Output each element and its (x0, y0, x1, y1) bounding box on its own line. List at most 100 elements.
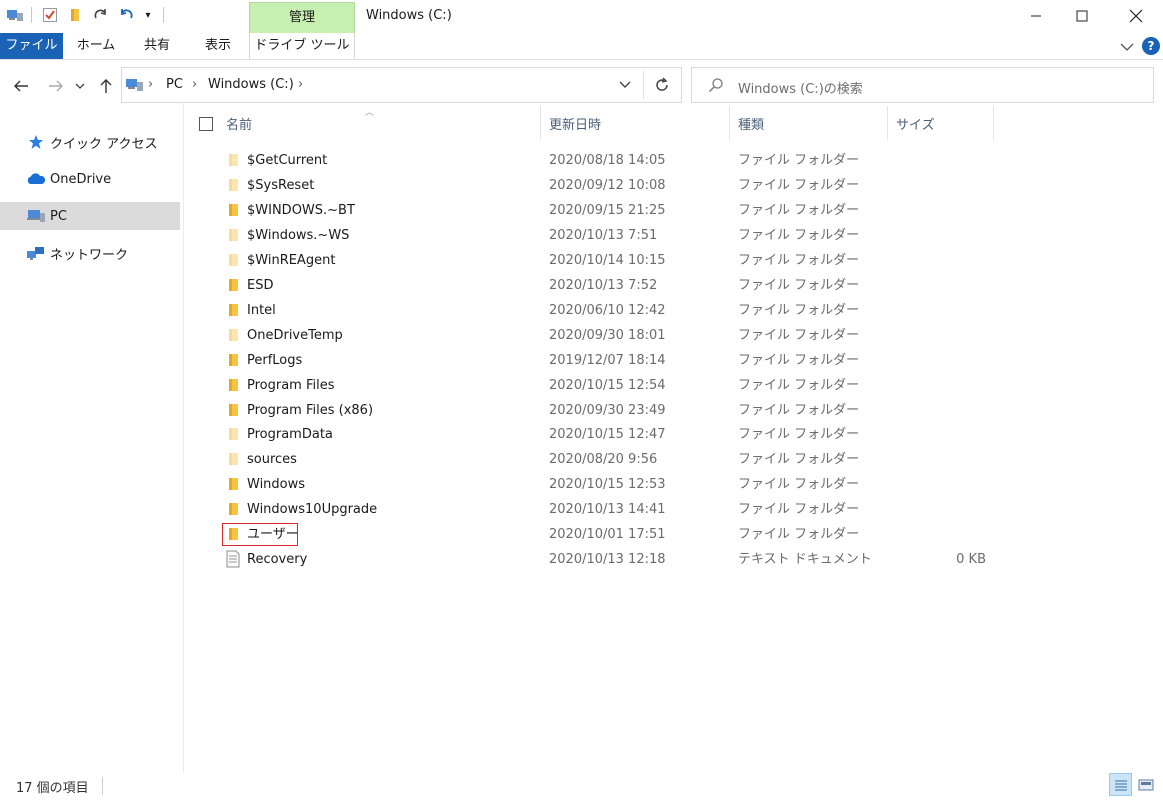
file-name: PerfLogs (247, 352, 303, 368)
column-header-date[interactable]: 更新日時 (549, 115, 601, 137)
file-type: ファイル フォルダー (738, 202, 860, 218)
breadcrumb-pc[interactable]: PC (166, 77, 183, 92)
file-row[interactable]: ユーザー 2020/10/01 17:51 ファイル フォルダー (222, 522, 1012, 547)
tab-file[interactable]: ファイル (0, 33, 63, 59)
file-type: ファイル フォルダー (738, 527, 860, 543)
file-date: 2020/08/20 9:56 (549, 452, 658, 468)
close-button[interactable] (1113, 0, 1159, 32)
recent-locations-dropdown-icon[interactable] (72, 75, 88, 97)
file-type: ファイル フォルダー (738, 427, 860, 443)
help-icon[interactable]: ? (1142, 37, 1160, 55)
file-type: ファイル フォルダー (738, 227, 860, 243)
file-date: 2020/10/14 10:15 (549, 252, 666, 268)
folder-icon (225, 353, 241, 367)
file-row[interactable]: Windows10Upgrade 2020/10/13 14:41 ファイル フォル… (222, 497, 1012, 522)
customize-dropdown-icon[interactable]: ▾ (139, 6, 157, 24)
column-divider[interactable] (729, 106, 730, 140)
tab-share[interactable]: 共有 (135, 33, 179, 59)
address-dropdown-icon[interactable] (619, 79, 631, 94)
large-icons-view-icon[interactable] (1135, 775, 1157, 795)
file-type: ファイル フォルダー (738, 502, 860, 518)
new-folder-icon[interactable] (66, 6, 84, 24)
status-item-count: 17 個の項目 (16, 781, 89, 796)
sidebar-item-onedrive[interactable]: OneDrive (0, 165, 180, 193)
highlight-box (222, 523, 298, 546)
folder-icon (225, 203, 241, 217)
file-date: 2020/10/15 12:47 (549, 427, 666, 443)
expand-ribbon-icon[interactable] (1118, 38, 1136, 56)
file-row[interactable]: PerfLogs 2019/12/07 18:14 ファイル フォルダー (222, 348, 1012, 373)
file-row[interactable]: OneDriveTemp 2020/09/30 18:01 ファイル フォルダー (222, 323, 1012, 348)
breadcrumb-windows-c[interactable]: Windows (C:) (208, 77, 294, 92)
redo-icon[interactable] (92, 6, 110, 24)
address-bar[interactable]: › PC › Windows (C:) › (121, 67, 682, 103)
file-name: Windows (247, 477, 306, 493)
back-arrow-icon[interactable] (10, 75, 32, 97)
select-all-checkbox[interactable] (199, 117, 213, 131)
refresh-icon[interactable] (654, 77, 670, 97)
tab-home[interactable]: ホーム (72, 33, 120, 59)
file-type: ファイル フォルダー (738, 402, 860, 418)
minimize-button[interactable] (1013, 0, 1059, 32)
pc-drive-icon[interactable] (6, 6, 24, 24)
file-date: 2020/10/15 12:53 (549, 477, 666, 493)
file-row[interactable]: Recovery 2020/10/13 12:18 テキスト ドキュメント 0 KB (222, 547, 1012, 572)
maximize-button[interactable] (1059, 0, 1105, 32)
toolbar-divider (31, 7, 32, 23)
sidebar-item-pc[interactable]: PC (0, 202, 180, 230)
file-row[interactable]: $SysReset 2020/09/12 10:08 ファイル フォルダー (222, 173, 1012, 198)
breadcrumb-chevron-icon: › (192, 77, 198, 92)
forward-arrow-icon[interactable] (45, 75, 67, 97)
tab-manage[interactable]: 管理 (249, 2, 355, 33)
network-icon (26, 245, 46, 261)
folder-icon (225, 477, 241, 491)
file-type: ファイル フォルダー (738, 377, 860, 393)
folder-icon (225, 278, 241, 292)
file-row[interactable]: ProgramData 2020/10/15 12:47 ファイル フォルダー (222, 422, 1012, 447)
column-header-size[interactable]: サイズ (896, 115, 935, 137)
breadcrumb-chevron-icon: › (148, 77, 154, 92)
file-date: 2020/06/10 12:42 (549, 302, 666, 318)
file-name: $SysReset (247, 177, 315, 193)
file-type: テキスト ドキュメント (738, 552, 872, 568)
file-name: Intel (247, 302, 276, 318)
file-row[interactable]: Program Files 2020/10/15 12:54 ファイル フォルダー (222, 373, 1012, 398)
file-row[interactable]: Intel 2020/06/10 12:42 ファイル フォルダー (222, 298, 1012, 323)
file-row[interactable]: $WinREAgent 2020/10/14 10:15 ファイル フォルダー (222, 248, 1012, 273)
sidebar-item-quick-access[interactable]: クイック アクセス (0, 128, 180, 156)
undo-icon[interactable] (117, 6, 135, 24)
file-type: ファイル フォルダー (738, 452, 860, 468)
file-type: ファイル フォルダー (738, 252, 860, 268)
file-row[interactable]: Windows 2020/10/15 12:53 ファイル フォルダー (222, 472, 1012, 497)
file-row[interactable]: $GetCurrent 2020/08/18 14:05 ファイル フォルダー (222, 148, 1012, 173)
file-date: 2020/09/12 10:08 (549, 177, 666, 193)
status-divider (102, 777, 103, 795)
folder-icon (225, 303, 241, 317)
up-arrow-icon[interactable] (95, 75, 117, 97)
pc-icon (26, 208, 46, 224)
file-row[interactable]: sources 2020/08/20 9:56 ファイル フォルダー (222, 447, 1012, 472)
breadcrumb-chevron-icon: › (298, 77, 304, 92)
properties-check-icon[interactable] (41, 6, 59, 24)
column-header-name[interactable]: 名前 (226, 115, 252, 137)
ribbon-tab-bar: ファイル ホーム 共有 表示 ドライブ ツール ? (0, 33, 1163, 60)
file-row[interactable]: ESD 2020/10/13 7:52 ファイル フォルダー (222, 273, 1012, 298)
file-row[interactable]: Program Files (x86) 2020/09/30 23:49 ファイル … (222, 398, 1012, 423)
details-view-icon[interactable] (1109, 773, 1132, 796)
folder-icon (225, 378, 241, 392)
file-row[interactable]: $WINDOWS.~BT 2020/09/15 21:25 ファイル フォルダー (222, 198, 1012, 223)
column-header-type[interactable]: 種類 (738, 115, 764, 137)
file-size: 0 KB (956, 552, 986, 568)
column-divider[interactable] (540, 106, 541, 140)
tab-view[interactable]: 表示 (196, 33, 240, 59)
file-row[interactable]: $Windows.~WS 2020/10/13 7:51 ファイル フォルダー (222, 223, 1012, 248)
sidebar-item-network[interactable]: ネットワーク (0, 239, 180, 267)
sort-ascending-icon: ︿ (365, 108, 375, 118)
toolbar-divider (163, 7, 164, 23)
tab-drive-tools[interactable]: ドライブ ツール (249, 33, 355, 59)
search-icon (708, 77, 724, 97)
column-divider[interactable] (887, 106, 888, 140)
column-divider[interactable] (993, 106, 994, 140)
folder-faded-icon (225, 427, 241, 441)
search-box[interactable]: Windows (C:)の検索 (691, 67, 1154, 103)
